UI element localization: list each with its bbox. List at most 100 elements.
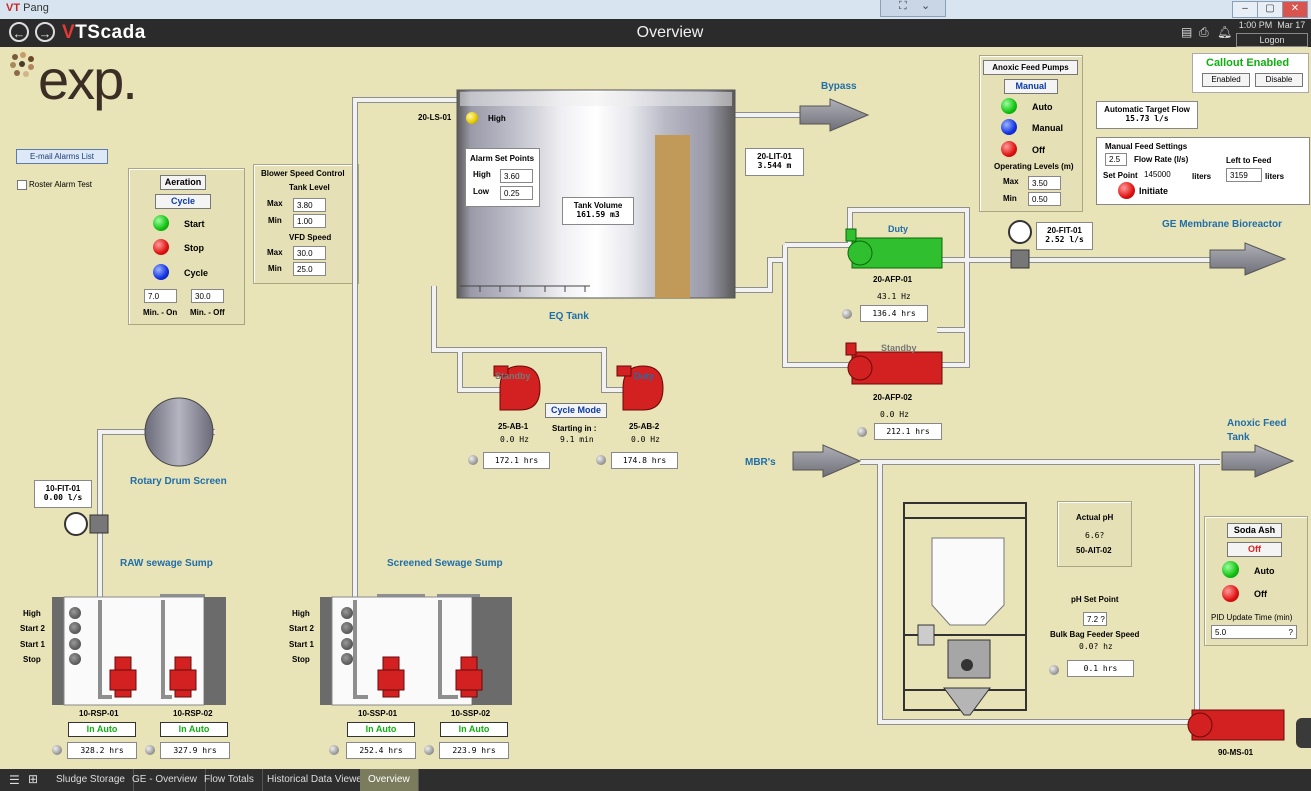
fit10-value: 0.00 l/s bbox=[43, 493, 83, 502]
lit-value: 3.544 m bbox=[757, 161, 792, 170]
anoxic-mode-button[interactable]: Manual bbox=[1004, 79, 1058, 94]
ms-tag: 90-MS-01 bbox=[1218, 748, 1254, 757]
rsp1-runtime: 328.2 hrs bbox=[67, 742, 137, 759]
alarm-low-label: Low bbox=[473, 187, 489, 196]
left-liters-label: liters bbox=[1265, 172, 1285, 181]
cycle-mode-button[interactable]: Cycle Mode bbox=[545, 403, 607, 418]
anoxic-max-input[interactable]: 3.50 bbox=[1028, 176, 1061, 190]
soda-ash-state[interactable]: Off bbox=[1227, 542, 1282, 557]
tab-historical-data-viewer[interactable]: Historical Data Viewer bbox=[259, 769, 375, 791]
ab1-hz: 0.0 Hz bbox=[500, 435, 529, 444]
ab1-runtime-icon bbox=[468, 455, 478, 465]
rsp1-mode[interactable]: In Auto bbox=[68, 722, 136, 737]
ssp2-tag: 10-SSP-02 bbox=[451, 709, 491, 718]
menu-list-icon[interactable]: ☰ bbox=[9, 773, 20, 787]
anoxic-manual-label: Manual bbox=[1032, 123, 1064, 133]
feeder-runtime-icon bbox=[1049, 665, 1059, 675]
scr-level-start2-indicator bbox=[341, 622, 353, 634]
alarm-setpoints-title: Alarm Set Points bbox=[470, 154, 535, 163]
anoxic-auto-label: Auto bbox=[1032, 102, 1053, 112]
ab2-runtime-icon bbox=[596, 455, 606, 465]
feeder-runtime: 0.1 hrs bbox=[1067, 660, 1134, 677]
raw-level-high-indicator bbox=[69, 607, 81, 619]
fit10-box: 10-FIT-01 0.00 l/s bbox=[34, 480, 92, 508]
tab-ge-overview[interactable]: GE - Overview bbox=[124, 769, 207, 791]
rsp2-tag: 10-RSP-02 bbox=[173, 709, 213, 718]
rotary-drum-label: Rotary Drum Screen bbox=[130, 476, 227, 487]
ge-membrane-label: GE Membrane Bioreactor bbox=[1162, 219, 1283, 230]
fit20-box: 20-FIT-01 2.52 l/s bbox=[1036, 222, 1093, 250]
soda-ash-auto-indicator[interactable] bbox=[1222, 561, 1239, 578]
ph-setpoint-input[interactable]: 7.2 ? bbox=[1083, 612, 1107, 626]
bypass-label: Bypass bbox=[821, 81, 857, 92]
grid-view-icon[interactable]: ⊞ bbox=[28, 772, 38, 786]
ssp1-runtime-icon bbox=[329, 745, 339, 755]
tab-sludge-storage[interactable]: Sludge Storage bbox=[48, 769, 134, 791]
afp2-tag: 20-AFP-02 bbox=[873, 393, 913, 402]
scr-level-stop-indicator bbox=[341, 653, 353, 665]
rsp2-mode[interactable]: In Auto bbox=[160, 722, 228, 737]
afp1-duty-label: Duty bbox=[888, 224, 908, 234]
raw-start1-label: Start 1 bbox=[20, 640, 45, 649]
pid-update-input[interactable]: 5.0? bbox=[1211, 625, 1297, 639]
left-to-feed-label: Left to Feed bbox=[1226, 156, 1272, 165]
anoxic-off-indicator[interactable] bbox=[1001, 141, 1017, 157]
lit-box: 20-LIT-01 3.544 m bbox=[745, 148, 804, 176]
scr-start2-label: Start 2 bbox=[289, 624, 314, 633]
scr-start1-label: Start 1 bbox=[289, 640, 314, 649]
ssp1-mode[interactable]: In Auto bbox=[347, 722, 415, 737]
raw-level-start2-indicator bbox=[69, 622, 81, 634]
side-panel-tab[interactable] bbox=[1296, 718, 1311, 748]
raw-start2-label: Start 2 bbox=[20, 624, 45, 633]
fit20-value: 2.52 l/s bbox=[1045, 235, 1084, 244]
initiate-label: Initiate bbox=[1139, 186, 1169, 196]
scr-stop-label: Stop bbox=[292, 655, 310, 664]
ls-state: High bbox=[488, 114, 506, 123]
tab-flow-totals[interactable]: Flow Totals bbox=[196, 769, 263, 791]
anoxic-min-input[interactable]: 0.50 bbox=[1028, 192, 1061, 206]
tab-overview[interactable]: Overview bbox=[360, 769, 419, 791]
fit10-tag: 10-FIT-01 bbox=[45, 484, 81, 493]
afp1-runtime: 136.4 hrs bbox=[860, 305, 928, 322]
setpoint-label: Set Point bbox=[1103, 171, 1138, 180]
anoxic-tank-label-line2: Tank bbox=[1227, 432, 1250, 443]
left-to-feed-value: 3159 bbox=[1226, 168, 1262, 182]
actual-ph-value: 6.6? bbox=[1085, 531, 1105, 540]
anoxic-off-label: Off bbox=[1032, 145, 1045, 155]
afp1-tag: 20-AFP-01 bbox=[873, 275, 913, 284]
rsp2-runtime-icon bbox=[145, 745, 155, 755]
ls-tag: 20-LS-01 bbox=[418, 113, 452, 122]
callout-panel: Callout Enabled Enabled Disable bbox=[1192, 53, 1309, 93]
callout-disable-button[interactable]: Disable bbox=[1255, 73, 1303, 87]
manual-feed-title: Manual Feed Settings bbox=[1105, 142, 1188, 151]
scr-level-start1-indicator bbox=[341, 638, 353, 650]
afp2-runtime: 212.1 hrs bbox=[874, 423, 942, 440]
anoxic-auto-indicator[interactable] bbox=[1001, 98, 1017, 114]
alarm-high-input[interactable]: 3.60 bbox=[500, 169, 533, 183]
afp1-runtime-icon bbox=[842, 309, 852, 319]
scr-level-high-indicator bbox=[341, 607, 353, 619]
alarm-low-input[interactable]: 0.25 bbox=[500, 186, 533, 200]
mbr-label: MBR's bbox=[745, 457, 776, 468]
tank-volume-value: 161.59 m3 bbox=[576, 210, 620, 219]
eq-tank-label: EQ Tank bbox=[549, 311, 589, 322]
rsp2-runtime: 327.9 hrs bbox=[160, 742, 230, 759]
soda-ash-off-indicator[interactable] bbox=[1222, 585, 1239, 602]
rsp1-tag: 10-RSP-01 bbox=[79, 709, 119, 718]
initiate-button[interactable] bbox=[1118, 182, 1135, 199]
scr-high-label: High bbox=[292, 609, 310, 618]
alarm-high-label: High bbox=[473, 170, 491, 179]
callout-enabled-button[interactable]: Enabled bbox=[1202, 73, 1250, 87]
tank-volume-label: Tank Volume bbox=[573, 201, 623, 210]
flow-rate-input[interactable]: 2.5 bbox=[1105, 153, 1127, 166]
target-flow-value: 15.73 l/s bbox=[1125, 114, 1169, 123]
setpoint-value[interactable]: 145000 bbox=[1144, 170, 1171, 179]
flow-rate-label: Flow Rate (l/s) bbox=[1134, 155, 1189, 164]
ab2-tag: 25-AB-2 bbox=[629, 422, 660, 431]
feeder-speed-label: Bulk Bag Feeder Speed bbox=[1050, 630, 1140, 639]
ssp2-mode[interactable]: In Auto bbox=[440, 722, 508, 737]
raw-high-label: High bbox=[23, 609, 41, 618]
anoxic-manual-indicator[interactable] bbox=[1001, 119, 1017, 135]
afp1-hz: 43.1 Hz bbox=[877, 292, 911, 301]
pid-update-label: PID Update Time (min) bbox=[1211, 613, 1293, 622]
